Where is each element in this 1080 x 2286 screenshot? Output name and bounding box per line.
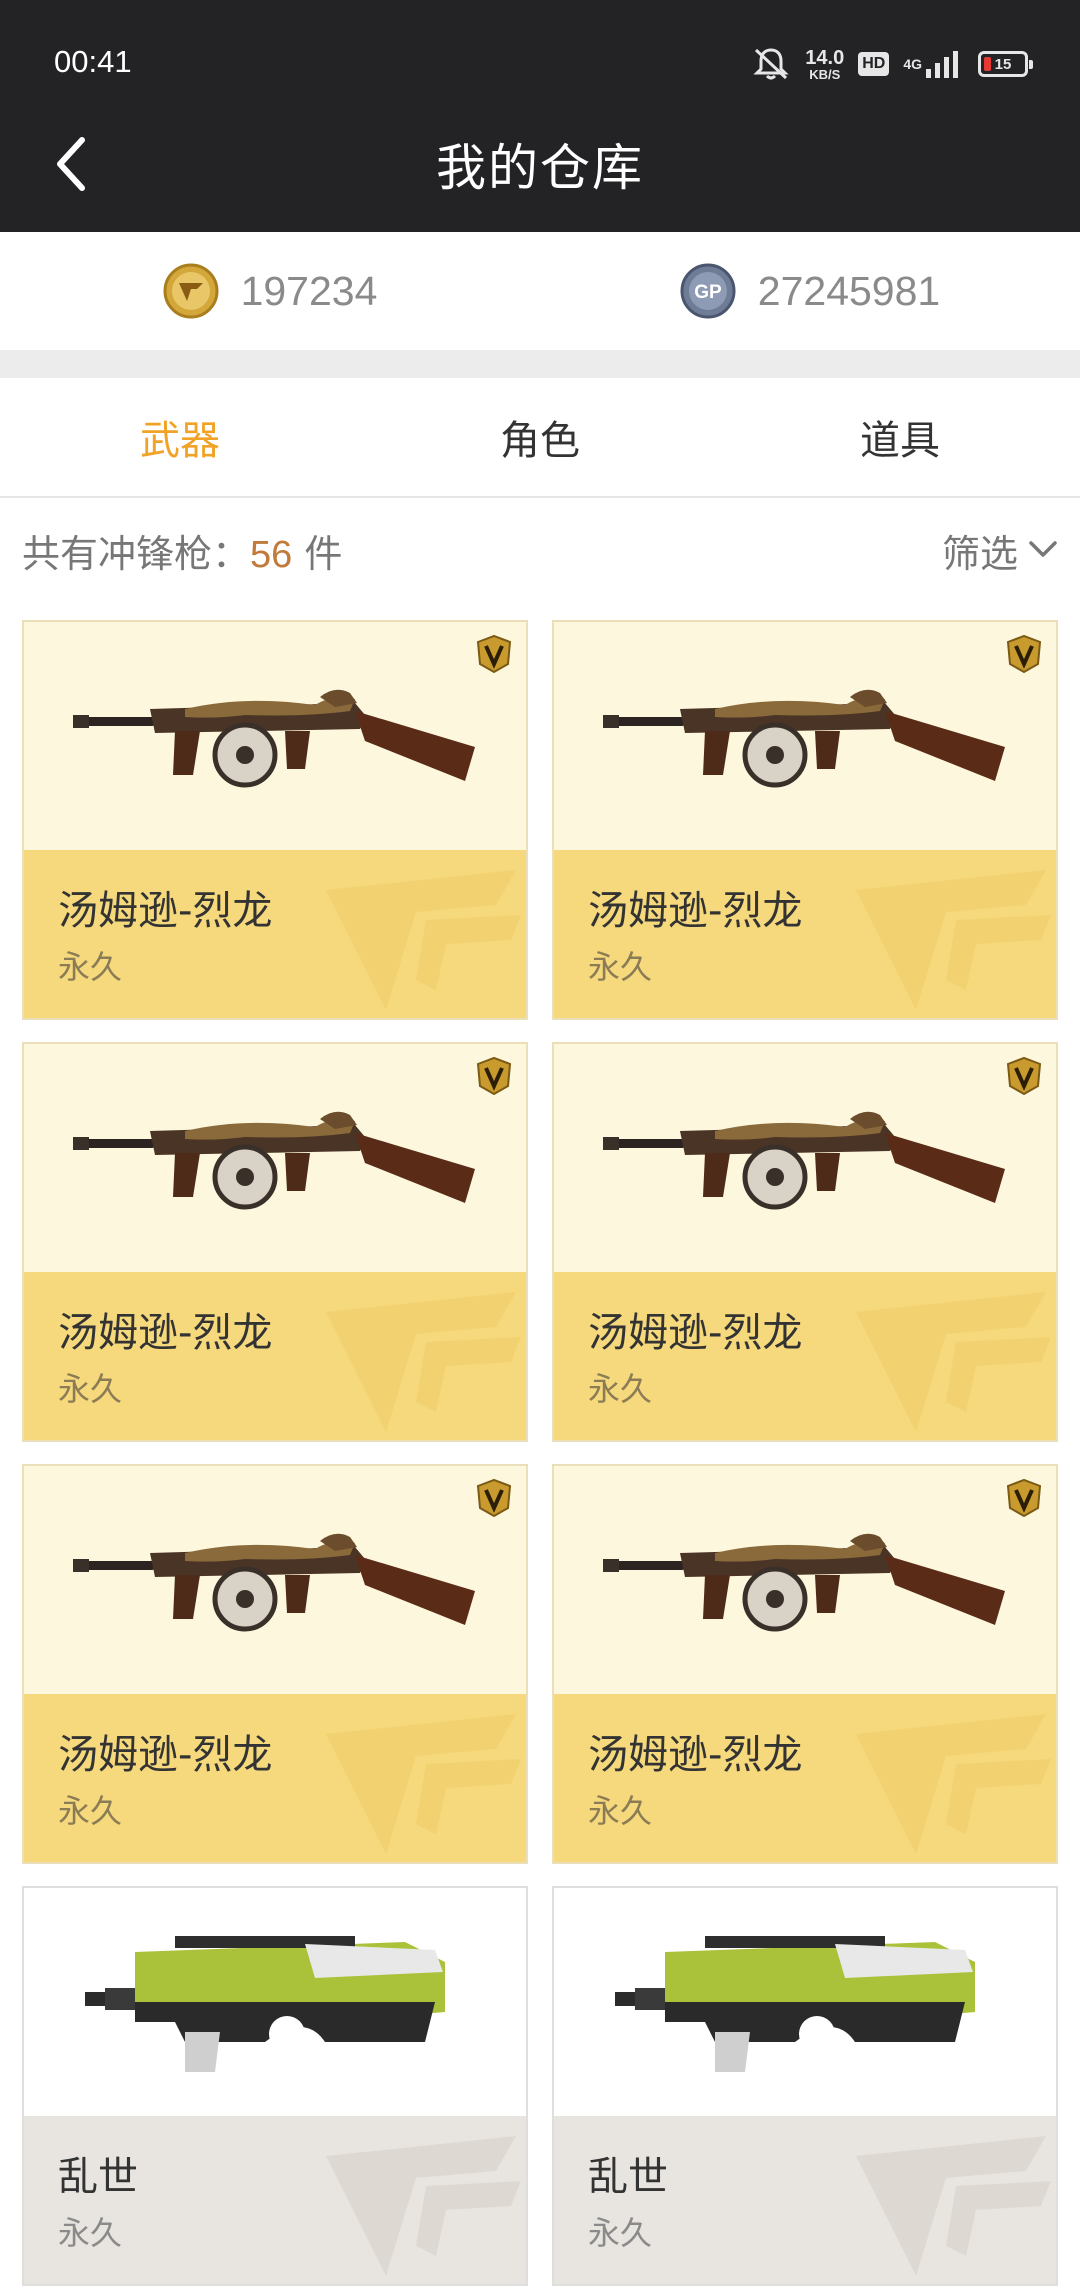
item-duration: 永久	[58, 1792, 123, 1830]
mute-bell-icon	[751, 46, 791, 82]
status-time: 00:41	[54, 44, 132, 79]
vip-badge-icon	[1004, 634, 1044, 674]
cf-logo-watermark-icon	[306, 1282, 526, 1440]
chevron-down-icon	[1029, 541, 1057, 557]
tab-weapons[interactable]: 武器	[0, 378, 360, 496]
cf-points: 197234	[0, 232, 540, 350]
vip-badge-icon	[474, 1056, 514, 1096]
vip-badge-icon	[474, 634, 514, 674]
item-card[interactable]: 汤姆逊-烈龙永久	[552, 1042, 1058, 1442]
cf-logo-watermark-icon	[836, 1704, 1056, 1862]
item-info: 汤姆逊-烈龙永久	[554, 850, 1056, 1018]
item-card[interactable]: 汤姆逊-烈龙永久	[22, 1042, 528, 1442]
currency-bar: 197234 GP 27245981	[0, 232, 1080, 350]
item-card[interactable]: 乱世 永久	[22, 1886, 528, 2286]
item-info: 汤姆逊-烈龙永久	[24, 1272, 526, 1440]
item-name: 汤姆逊-烈龙	[588, 888, 803, 934]
signal-icon: 4G	[903, 49, 964, 79]
header-bar: 我的仓库	[0, 96, 1080, 232]
thompson-dragon-gun	[24, 1466, 526, 1694]
item-name: 汤姆逊-烈龙	[58, 1310, 273, 1356]
status-icons: 14.0 KB/S HD 4G 15	[751, 44, 1033, 84]
item-name: 乱世	[588, 2154, 668, 2200]
vip-badge-icon	[474, 1478, 514, 1518]
item-info: 乱世 永久	[554, 2116, 1056, 2284]
item-info: 乱世 永久	[24, 2116, 526, 2284]
item-card[interactable]: 汤姆逊-烈龙永久	[22, 1464, 528, 1864]
item-duration: 永久	[588, 1370, 653, 1408]
item-info: 汤姆逊-烈龙永久	[554, 1272, 1056, 1440]
item-card[interactable]: 汤姆逊-烈龙永久	[552, 620, 1058, 1020]
net-speed: 14.0 KB/S	[805, 46, 845, 82]
tab-props[interactable]: 道具	[720, 378, 1080, 496]
cf-logo-watermark-icon	[836, 860, 1056, 1018]
item-info: 汤姆逊-烈龙永久	[24, 1694, 526, 1862]
status-bar: 00:41 14.0 KB/S HD 4G 15	[0, 0, 1080, 96]
gp-points-value: 27245981	[757, 267, 941, 314]
p90-green-gun	[24, 1888, 526, 2116]
category-tabs: 武器 角色 道具	[0, 378, 1080, 498]
item-duration: 永久	[588, 2214, 653, 2252]
thompson-dragon-gun	[554, 1044, 1056, 1272]
item-duration: 永久	[58, 1370, 123, 1408]
item-duration: 永久	[58, 948, 123, 986]
item-duration: 永久	[588, 1792, 653, 1830]
cf-logo-watermark-icon	[306, 2126, 526, 2284]
item-grid: 汤姆逊-烈龙 永久 汤姆逊-烈龙 永久 汤姆逊-烈龙 永久 汤姆逊-烈龙 永久 …	[22, 620, 1058, 2286]
svg-text:GP: GP	[694, 282, 722, 303]
item-duration: 永久	[588, 948, 653, 986]
gp-points: GP 27245981	[540, 232, 1080, 350]
item-count: 共有冲锋枪：56 件	[22, 531, 343, 576]
battery-icon: 15	[978, 51, 1033, 77]
cf-coin-icon	[163, 263, 219, 319]
cf-points-value: 197234	[240, 267, 378, 314]
tab-characters[interactable]: 角色	[360, 378, 720, 496]
count-row: 共有冲锋枪：56 件 筛选	[0, 500, 1080, 600]
item-card[interactable]: 汤姆逊-烈龙永久	[22, 620, 528, 1020]
page-title: 我的仓库	[436, 139, 644, 197]
hd-icon: HD	[858, 52, 890, 76]
item-card[interactable]: 乱世 永久	[552, 1886, 1058, 2286]
vip-badge-icon	[1004, 1478, 1044, 1518]
thompson-dragon-gun	[24, 622, 526, 850]
thompson-dragon-gun	[24, 1044, 526, 1272]
vip-badge-icon	[1004, 1056, 1044, 1096]
item-name: 汤姆逊-烈龙	[588, 1310, 803, 1356]
item-name: 乱世	[58, 2154, 138, 2200]
item-info: 汤姆逊-烈龙永久	[24, 850, 526, 1018]
p90-green-gun	[554, 1888, 1056, 2116]
cf-logo-watermark-icon	[836, 2126, 1056, 2284]
cf-logo-watermark-icon	[306, 860, 526, 1018]
section-divider	[0, 350, 1080, 378]
item-name: 汤姆逊-烈龙	[588, 1732, 803, 1778]
cf-logo-watermark-icon	[836, 1282, 1056, 1440]
filter-button[interactable]: 筛选	[942, 523, 1058, 578]
item-duration: 永久	[58, 2214, 123, 2252]
thompson-dragon-gun	[554, 622, 1056, 850]
gp-coin-icon: GP	[680, 263, 736, 319]
item-name: 汤姆逊-烈龙	[58, 888, 273, 934]
item-name: 汤姆逊-烈龙	[58, 1732, 273, 1778]
cf-logo-watermark-icon	[306, 1704, 526, 1862]
thompson-dragon-gun	[554, 1466, 1056, 1694]
item-info: 汤姆逊-烈龙永久	[554, 1694, 1056, 1862]
item-card[interactable]: 汤姆逊-烈龙永久	[552, 1464, 1058, 1864]
